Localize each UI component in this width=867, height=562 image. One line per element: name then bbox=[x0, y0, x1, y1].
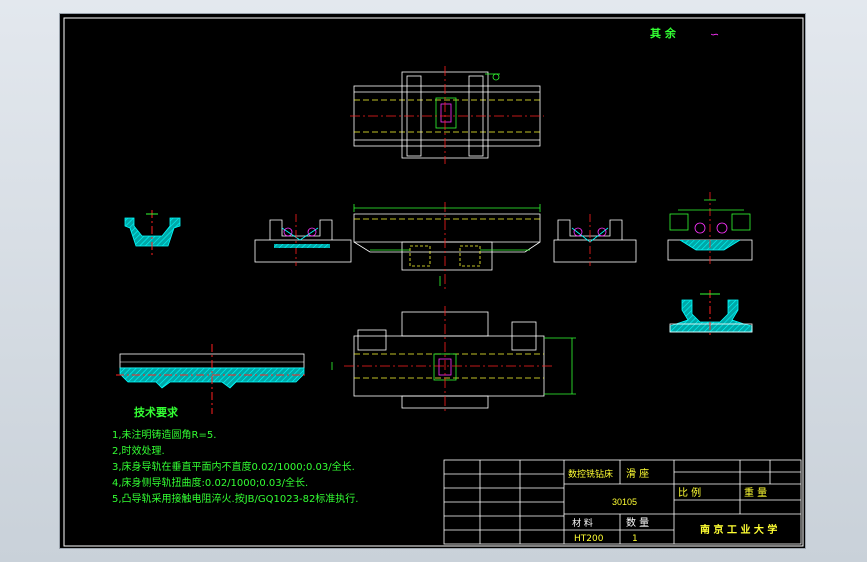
front-view bbox=[353, 202, 541, 290]
section-view-right bbox=[553, 214, 637, 266]
part-description: 数控铣钻床 bbox=[568, 468, 613, 480]
technical-requirements: 技术要求 1,未注明铸造圆角R=5. 2,时效处理. 3,床身导轨在垂直平面内不… bbox=[112, 405, 358, 505]
section-view-left bbox=[254, 214, 352, 266]
requirement-1: 1,未注明铸造圆角R=5. bbox=[112, 428, 216, 441]
surface-note-text: 其 余 bbox=[650, 26, 677, 40]
part-name: 滑 座 bbox=[626, 467, 649, 480]
weight-label: 重 量 bbox=[744, 486, 767, 499]
title-block: 数控铣钻床 滑 座 30105 比 例 重 量 材 料 数 量 HT200 1 … bbox=[443, 459, 802, 545]
tech-requirements-title: 技术要求 bbox=[134, 405, 179, 419]
material-value: HT200 bbox=[574, 534, 604, 544]
requirement-3: 3,床身导轨在垂直平面内不直度0.02/1000;0.03/全长. bbox=[112, 460, 355, 473]
material-label: 材 料 bbox=[572, 517, 593, 529]
section-view-small bbox=[669, 290, 753, 336]
quantity-value: 1 bbox=[632, 534, 638, 544]
section-view-far-right bbox=[667, 192, 753, 264]
scale-label: 比 例 bbox=[678, 486, 701, 499]
bottom-view bbox=[331, 306, 576, 414]
roughness-symbol: ∽ bbox=[710, 28, 719, 41]
requirement-2: 2,时效处理. bbox=[112, 444, 165, 457]
drawing-sheet[interactable]: 其 余 ∽ 技术要求 1,未注明铸造圆角R=5. 2,时效处理. 3,床身导轨在… bbox=[59, 13, 806, 549]
section-view-far-left bbox=[124, 210, 181, 256]
longitudinal-section bbox=[116, 344, 308, 414]
drawing-canvas[interactable]: 其 余 ∽ 技术要求 1,未注明铸造圆角R=5. 2,时效处理. 3,床身导轨在… bbox=[60, 14, 807, 550]
top-view bbox=[350, 66, 544, 164]
requirement-4: 4,床身侧导轨扭曲度:0.02/1000;0.03/全长. bbox=[112, 476, 308, 489]
school-name: 南 京 工 业 大 学 bbox=[700, 523, 777, 536]
drawing-number: 30105 bbox=[612, 497, 637, 507]
requirement-5: 5,凸导轨采用接触电阻淬火.按JB/GQ1023-82标准执行. bbox=[112, 492, 358, 505]
quantity-label: 数 量 bbox=[626, 516, 649, 529]
surface-roughness-note: 其 余 ∽ bbox=[650, 26, 719, 41]
